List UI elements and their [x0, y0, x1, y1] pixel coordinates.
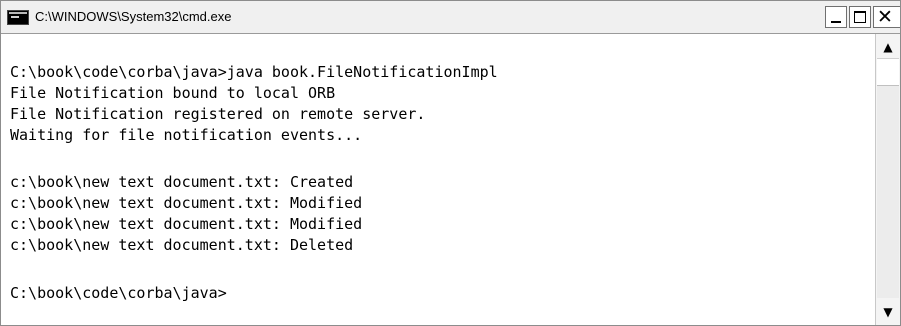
console-prompt[interactable]: C:\book\code\corba\java> — [10, 283, 227, 304]
scroll-up-arrow-icon[interactable]: ▲ — [878, 38, 898, 56]
maximize-button[interactable] — [849, 6, 871, 28]
close-icon: ✕ — [877, 6, 893, 28]
console-line-bound: File Notification bound to local ORB — [10, 84, 336, 102]
window-title: C:\WINDOWS\System32\cmd.exe — [35, 9, 232, 24]
minimize-icon — [831, 21, 841, 23]
console-icon[interactable] — [7, 10, 29, 25]
console-line-deleted: c:\book\new text document.txt: Deleted — [10, 236, 354, 254]
vertical-scrollbar[interactable]: ▲ ▼ — [876, 34, 900, 325]
console-line-modified-1: c:\book\new text document.txt: Modified — [10, 194, 363, 212]
console-output[interactable]: C:\book\code\corba\java>java book.FileNo… — [1, 34, 876, 325]
scroll-down-arrow-icon[interactable]: ▼ — [878, 303, 898, 321]
maximize-icon — [854, 11, 866, 23]
console-line-modified-2: c:\book\new text document.txt: Modified — [10, 215, 363, 233]
minimize-button[interactable] — [825, 6, 847, 28]
scroll-thumb[interactable] — [877, 58, 899, 86]
console-line-command: C:\book\code\corba\java>java book.FileNo… — [10, 63, 498, 81]
title-bar[interactable]: C:\WINDOWS\System32\cmd.exe ✕ — [1, 1, 900, 34]
console-line-waiting: Waiting for file notification events... — [10, 126, 363, 144]
console-line-registered: File Notification registered on remote s… — [10, 105, 426, 123]
scroll-track[interactable] — [877, 86, 899, 298]
command-prompt-window: C:\WINDOWS\System32\cmd.exe ✕ C:\book\co… — [0, 0, 901, 326]
close-button[interactable]: ✕ — [873, 6, 900, 28]
console-line-created: c:\book\new text document.txt: Created — [10, 173, 354, 191]
